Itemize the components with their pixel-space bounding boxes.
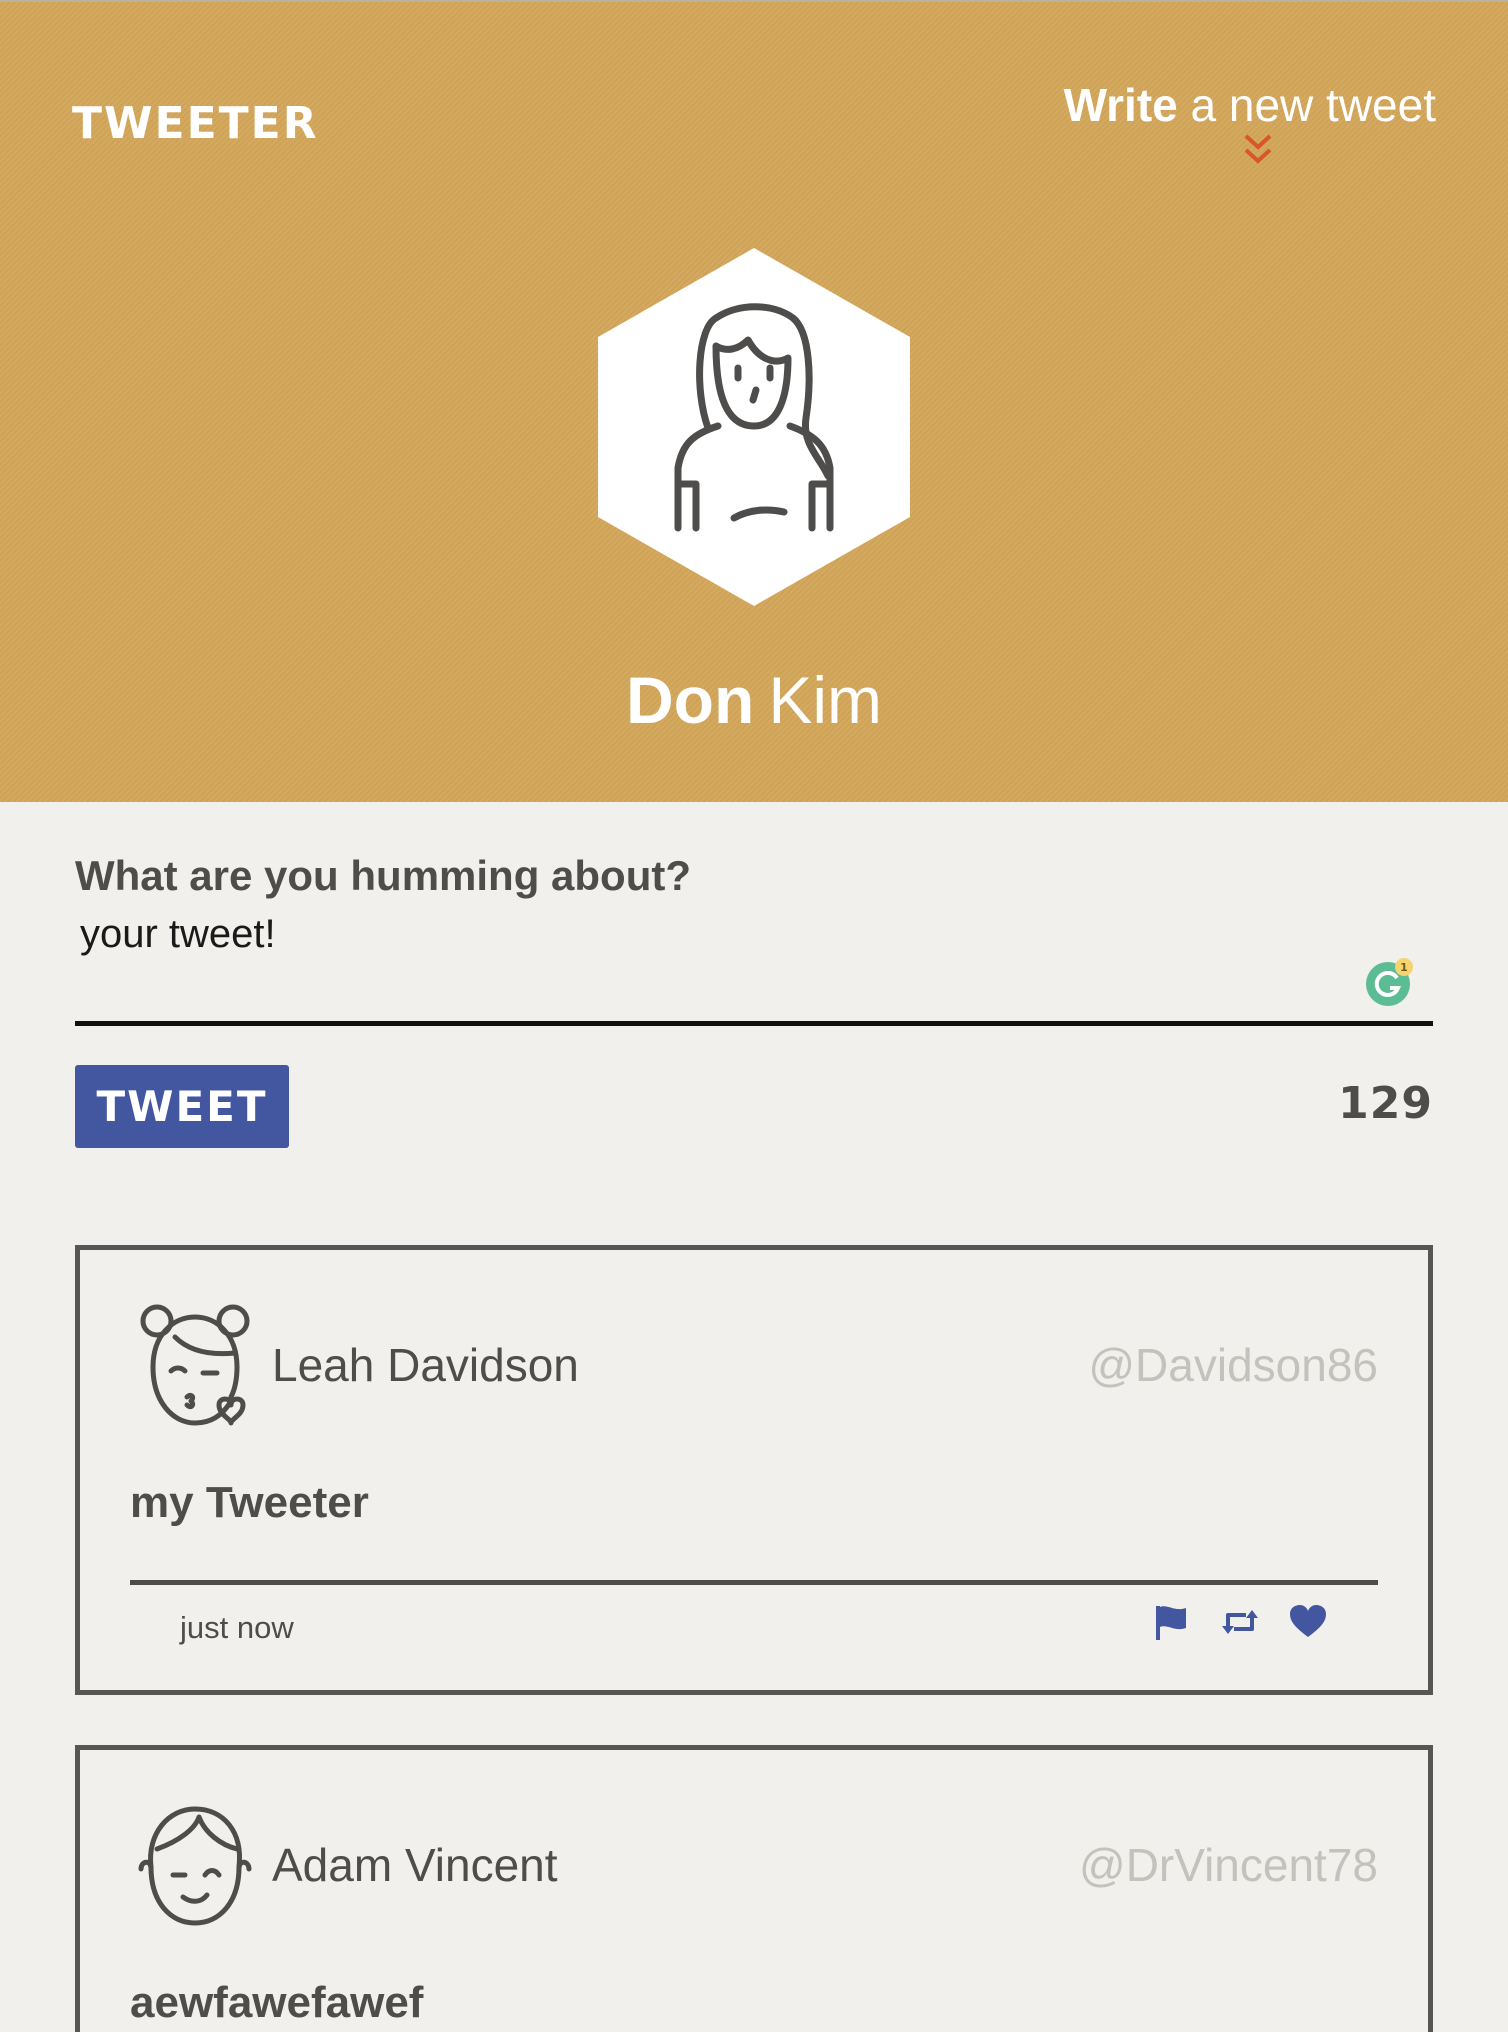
profile-name: Don Kim xyxy=(0,662,1508,738)
tweet-card: Leah Davidson @Davidson86 my Tweeter jus… xyxy=(75,1245,1433,1695)
heart-icon[interactable] xyxy=(1288,1602,1328,1642)
tweet-divider xyxy=(130,1580,1378,1585)
character-counter: 129 xyxy=(1338,1078,1433,1129)
double-chevron-down-icon[interactable] xyxy=(1240,132,1276,168)
user-avatar xyxy=(138,1806,252,1926)
profile-first-name: Don xyxy=(626,663,755,737)
tweet-author-name[interactable]: Adam Vincent xyxy=(272,1838,558,1892)
compose-link-bold: Write xyxy=(1063,79,1178,131)
profile-last-name: Kim xyxy=(768,663,882,737)
grammarly-badge-count: 1 xyxy=(1400,961,1408,974)
tweet-input[interactable]: your tweet! xyxy=(75,906,1433,1026)
profile-avatar xyxy=(598,248,910,606)
tweet-actions xyxy=(1152,1602,1328,1642)
tweet-timestamp: just now xyxy=(180,1610,294,1645)
retweet-icon[interactable] xyxy=(1220,1602,1260,1642)
tweet-card: Adam Vincent @DrVincent78 aewfawefawef xyxy=(75,1745,1433,2032)
profile-header: TWEETER Write a new tweet Don Kim xyxy=(0,0,1508,802)
tweet-submit-button[interactable]: TWEET xyxy=(75,1065,289,1148)
write-new-tweet-link[interactable]: Write a new tweet xyxy=(1064,78,1436,132)
user-avatar xyxy=(140,1304,250,1426)
composer-label: What are you humming about? xyxy=(75,852,691,899)
tweet-author-name[interactable]: Leah Davidson xyxy=(272,1338,579,1392)
grammarly-icon[interactable]: 1 xyxy=(1364,956,1414,1006)
compose-link-text: a new tweet xyxy=(1190,79,1436,131)
flag-icon[interactable] xyxy=(1152,1602,1192,1642)
app-logo[interactable]: TWEETER xyxy=(72,98,319,149)
tweet-content: my Tweeter xyxy=(130,1478,369,1527)
tweet-author-handle[interactable]: @DrVincent78 xyxy=(1079,1838,1378,1892)
tweet-author-handle[interactable]: @Davidson86 xyxy=(1088,1338,1378,1392)
tweet-content: aewfawefawef xyxy=(130,1978,424,2027)
